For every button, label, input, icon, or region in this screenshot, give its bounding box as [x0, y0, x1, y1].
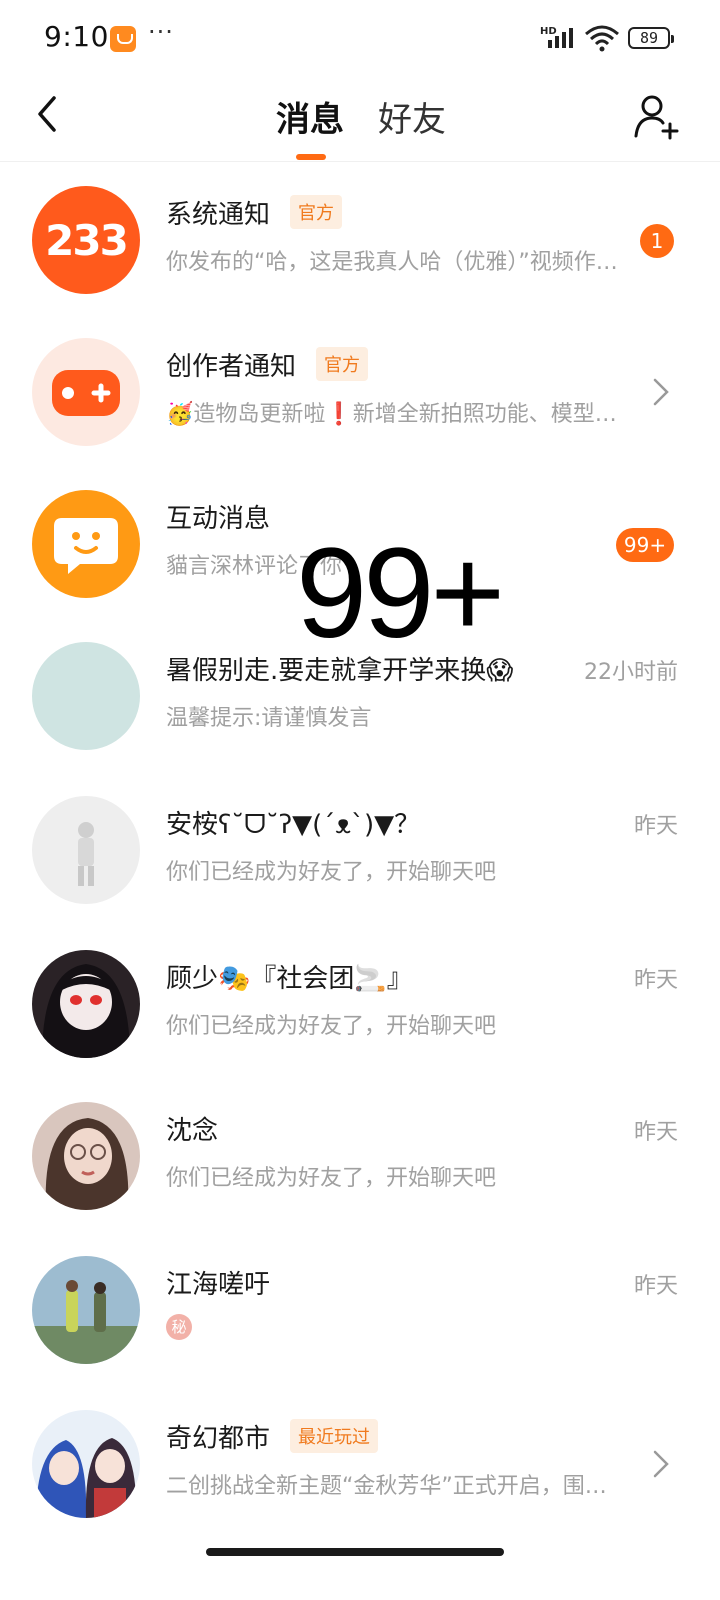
- more-notifications-icon: ···: [148, 18, 174, 46]
- row-title: 系统通知: [166, 199, 271, 230]
- row-title: 安桉ʕ˘ᗜ˘ʔ▼(´ᴥ`)▼？: [166, 809, 421, 840]
- status-bar: 9:10 ··· HD 89: [0, 0, 720, 78]
- overlay-annotation: 99+: [296, 522, 505, 665]
- back-button[interactable]: [28, 92, 72, 136]
- app-notification-icon: [110, 26, 136, 52]
- avatar: [32, 642, 140, 750]
- recently-played-tag: 最近玩过: [290, 1419, 379, 1453]
- row-subtitle: 温馨提示:请谨慎发言: [166, 706, 372, 731]
- row-time: 昨天: [633, 968, 678, 993]
- row-time: 22小时前: [584, 660, 678, 685]
- secret-icon: 秘: [166, 1314, 192, 1340]
- unread-badge: 1: [640, 224, 674, 258]
- row-subtitle: 你们已经成为好友了，开始聊天吧: [166, 1014, 497, 1039]
- row-title: 创作者通知: [166, 351, 297, 382]
- row-subtitle: 🥳造物岛更新啦❗新增全新拍照功能、模型素材: [166, 402, 626, 427]
- row-title: 沈念: [166, 1115, 219, 1146]
- unread-badge: 99+: [616, 528, 674, 562]
- tab-friends[interactable]: 好友: [378, 92, 446, 141]
- avatar: [32, 950, 140, 1058]
- chat-bubble-icon: [54, 518, 118, 574]
- official-tag: 官方: [290, 195, 343, 229]
- signal-icon: [548, 28, 573, 48]
- avatar-creator: [32, 338, 140, 446]
- row-subtitle: 你发布的“哈，这是我真人哈（优雅）”视频作品已经通过审核: [166, 250, 626, 275]
- row-title: 江海嗟吁: [166, 1269, 271, 1300]
- chevron-right-icon: [653, 1450, 669, 1478]
- status-time: 9:10: [44, 20, 109, 53]
- tab-indicator: [296, 154, 326, 160]
- avatar-233: 233: [32, 186, 140, 294]
- tab-messages[interactable]: 消息: [276, 92, 344, 141]
- avatar: [32, 1256, 140, 1364]
- row-time: 昨天: [633, 1120, 678, 1145]
- wifi-icon: [585, 25, 619, 52]
- list-item-chat[interactable]: 沈念 你们已经成为好友了，开始聊天吧 昨天: [0, 1078, 720, 1228]
- header: 消息 好友: [0, 78, 720, 162]
- row-title: 顾少🎭『社会团🚬』: [166, 963, 413, 994]
- list-item-system-notice[interactable]: 233 系统通知 官方 你发布的“哈，这是我真人哈（优雅）”视频作品已经通过审核…: [0, 162, 720, 312]
- chevron-right-icon: [653, 378, 669, 406]
- avatar-interaction: [32, 490, 140, 598]
- row-time: 昨天: [633, 1274, 678, 1299]
- avatar: [32, 1102, 140, 1210]
- row-title: 奇幻都市: [166, 1423, 271, 1454]
- game-characters-avatar-icon: [36, 1438, 137, 1518]
- list-item-chat[interactable]: 顾少🎭『社会团🚬』 你们已经成为好友了，开始聊天吧 昨天: [0, 926, 720, 1076]
- row-title: 互动消息: [166, 503, 271, 534]
- gamepad-icon: [52, 370, 120, 416]
- anime-avatar-icon: [42, 964, 130, 1058]
- add-friend-button[interactable]: [632, 92, 680, 140]
- official-tag: 官方: [316, 347, 369, 381]
- avatar: [32, 1410, 140, 1518]
- list-item-creator-notice[interactable]: 创作者通知 官方 🥳造物岛更新啦❗新增全新拍照功能、模型素材: [0, 314, 720, 464]
- game-scene-avatar-icon: [32, 1280, 140, 1364]
- avatar: [32, 796, 140, 904]
- row-time: 昨天: [633, 814, 678, 839]
- figure-avatar-icon: [78, 822, 94, 886]
- row-subtitle: 你们已经成为好友了，开始聊天吧: [166, 1166, 497, 1191]
- row-subtitle: 二创挑战全新主题“金秋芳华”正式开启，围绕秋天创作: [166, 1474, 626, 1499]
- avatar-233-text: 233: [45, 215, 129, 265]
- list-item-game[interactable]: 奇幻都市 最近玩过 二创挑战全新主题“金秋芳华”正式开启，围绕秋天创作: [0, 1386, 720, 1536]
- battery-icon: 89: [628, 27, 674, 49]
- home-indicator[interactable]: [206, 1548, 504, 1556]
- photo-avatar-icon: [45, 1118, 129, 1210]
- list-item-chat[interactable]: 江海嗟吁 秘 昨天: [0, 1232, 720, 1382]
- list-item-chat[interactable]: 安桉ʕ˘ᗜ˘ʔ▼(´ᴥ`)▼？ 你们已经成为好友了，开始聊天吧 昨天: [0, 772, 720, 922]
- row-subtitle: 你们已经成为好友了，开始聊天吧: [166, 860, 497, 885]
